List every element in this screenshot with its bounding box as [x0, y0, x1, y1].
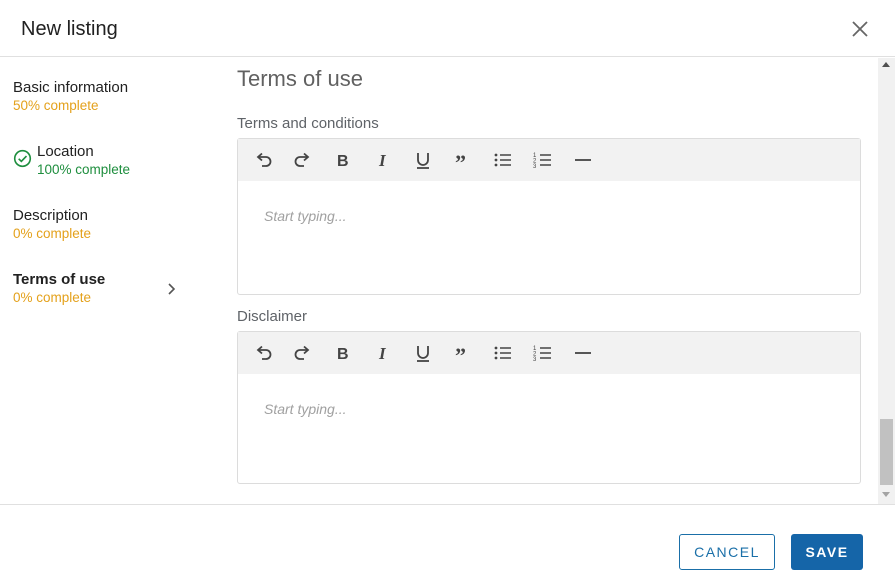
vertical-scrollbar[interactable] — [878, 58, 895, 504]
numbered-list-icon[interactable]: 123 — [533, 150, 553, 170]
disclaimer-editor: B I ” 123 Start typing... — [237, 331, 861, 484]
bold-icon[interactable]: B — [333, 150, 353, 170]
step-status: 50% complete — [13, 98, 99, 113]
terms-editor: B I ” 123 Start typing... — [237, 138, 861, 295]
step-location[interactable]: Location 100% complete — [37, 143, 130, 179]
bulleted-list-icon[interactable] — [493, 150, 513, 170]
svg-text:”: ” — [455, 343, 466, 363]
cancel-button[interactable]: CANCEL — [679, 534, 775, 570]
field-label: Disclaimer — [237, 308, 308, 325]
step-status: 0% complete — [13, 226, 92, 241]
disclaimer-editor-input[interactable]: Start typing... — [238, 374, 860, 483]
dialog-footer: CANCEL SAVE — [0, 504, 895, 583]
main-content: Terms of use Terms and conditions B I ” … — [200, 58, 878, 504]
step-status: 0% complete — [13, 290, 92, 305]
bulleted-list-icon[interactable] — [493, 343, 513, 363]
dialog-title: New listing — [21, 18, 118, 40]
blockquote-icon[interactable]: ” — [453, 150, 473, 170]
redo-icon[interactable] — [293, 343, 313, 363]
step-terms-of-use[interactable]: Terms of use 0% complete — [13, 271, 105, 307]
editor-placeholder: Start typing... — [264, 208, 347, 224]
underline-icon[interactable] — [413, 343, 433, 363]
scroll-down-arrow-icon[interactable] — [882, 492, 890, 497]
svg-text:B: B — [337, 153, 349, 170]
italic-icon[interactable]: I — [373, 343, 393, 363]
numbered-list-icon[interactable]: 123 — [533, 343, 553, 363]
editor-toolbar: B I ” 123 — [238, 139, 860, 181]
dialog-header: New listing — [0, 0, 895, 57]
undo-icon[interactable] — [253, 343, 273, 363]
steps-sidebar: Basic information 50% complete Location … — [0, 58, 200, 504]
svg-text:3: 3 — [533, 164, 537, 170]
blockquote-icon[interactable]: ” — [453, 343, 473, 363]
check-circle-icon — [13, 149, 32, 168]
editor-toolbar: B I ” 123 — [238, 332, 860, 374]
terms-editor-input[interactable]: Start typing... — [238, 181, 860, 294]
chevron-right-icon — [163, 281, 179, 297]
svg-text:I: I — [378, 151, 387, 170]
horizontal-rule-icon[interactable] — [573, 343, 593, 363]
step-title: Terms of use — [13, 271, 106, 288]
step-title: Description — [13, 207, 89, 224]
undo-icon[interactable] — [253, 150, 273, 170]
editor-placeholder: Start typing... — [264, 401, 347, 417]
svg-text:3: 3 — [533, 357, 537, 363]
scrollbar-thumb[interactable] — [880, 419, 893, 485]
bold-icon[interactable]: B — [333, 343, 353, 363]
svg-text:I: I — [378, 344, 387, 363]
step-status: 100% complete — [37, 162, 131, 177]
step-description[interactable]: Description 0% complete — [13, 207, 91, 243]
field-label: Terms and conditions — [237, 115, 379, 132]
underline-icon[interactable] — [413, 150, 433, 170]
svg-text:B: B — [337, 346, 349, 363]
step-title: Basic information — [13, 79, 129, 96]
scroll-up-arrow-icon[interactable] — [882, 62, 890, 67]
step-basic-information[interactable]: Basic information 50% complete — [13, 79, 128, 115]
redo-icon[interactable] — [293, 150, 313, 170]
close-icon[interactable] — [849, 18, 871, 40]
horizontal-rule-icon[interactable] — [573, 150, 593, 170]
svg-text:”: ” — [455, 150, 466, 170]
section-title: Terms of use — [237, 66, 363, 91]
save-button[interactable]: SAVE — [791, 534, 863, 570]
italic-icon[interactable]: I — [373, 150, 393, 170]
step-title: Location — [37, 143, 94, 160]
